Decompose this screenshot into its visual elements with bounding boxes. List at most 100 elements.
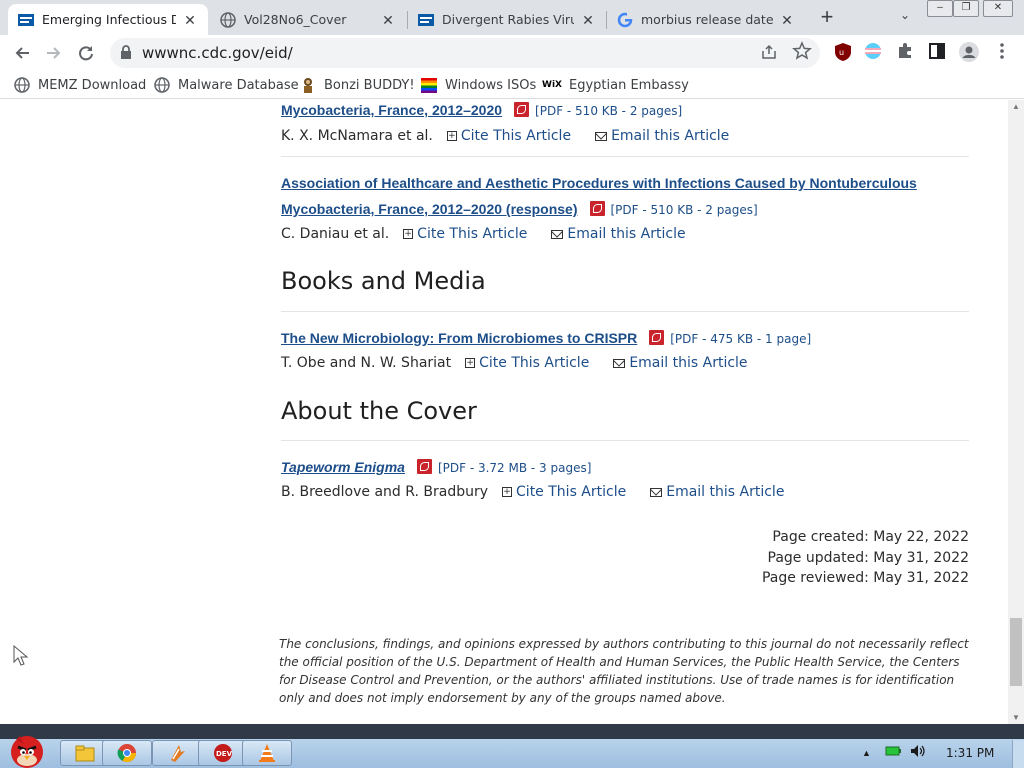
article-authors: T. Obe and N. W. Shariat + Cite This Arti… — [281, 353, 969, 373]
article-authors: C. Daniau et al. + Cite This Article Emai… — [281, 224, 969, 244]
divider — [281, 311, 969, 312]
article-entry: Tapeworm Enigma [PDF - 3.72 MB - 3 pages]… — [281, 454, 969, 502]
bookmark-bonzi-buddy[interactable]: Bonzi BUDDY! — [300, 76, 415, 94]
profile-avatar-icon[interactable] — [959, 42, 981, 64]
extensions-puzzle-icon[interactable] — [896, 42, 918, 64]
tab-divergent-rabies[interactable]: Divergent Rabies Virus ✕ — [408, 4, 606, 35]
cite-label: Cite This Article — [516, 484, 627, 500]
page-viewport: Mycobacteria, France, 2012–2020 [PDF - 51… — [0, 100, 1008, 724]
email-this-article-link[interactable]: Email this Article — [595, 126, 729, 146]
restore-button[interactable]: ❐ — [953, 0, 979, 17]
article-title-link[interactable]: The New Microbiology: From Microbiomes t… — [281, 330, 637, 346]
envelope-icon — [551, 229, 564, 239]
share-icon[interactable] — [760, 43, 780, 63]
bookmark-label: Windows ISOs — [445, 77, 537, 93]
bookmark-star-icon[interactable] — [792, 41, 812, 61]
pdf-info[interactable]: [PDF - 510 KB - 2 pages] — [535, 104, 682, 118]
bookmark-egyptian-embassy[interactable]: WiX Egyptian Embassy — [542, 76, 689, 94]
close-icon[interactable]: ✕ — [182, 12, 198, 28]
tab-search-button[interactable]: ⌄ — [895, 8, 915, 28]
forward-button[interactable] — [40, 39, 68, 67]
bookmark-windows-isos[interactable]: Windows ISOs — [421, 76, 536, 94]
divider — [281, 440, 969, 441]
pdf-info[interactable]: [PDF - 3.72 MB - 3 pages] — [438, 461, 591, 475]
pdf-icon[interactable] — [416, 459, 432, 474]
pdf-icon[interactable] — [589, 201, 605, 216]
bookmark-label: Malware Database — [178, 77, 299, 93]
tab-vol28no6-cover[interactable]: Vol28No6_Cover ✕ — [210, 4, 406, 35]
email-label: Email this Article — [666, 484, 785, 500]
globe-icon — [154, 77, 170, 93]
envelope-icon — [595, 131, 608, 141]
email-this-article-link[interactable]: Email this Article — [613, 353, 748, 373]
article-title-link[interactable]: Mycobacteria, France, 2012–2020 — [281, 102, 502, 118]
cite-this-article-link[interactable]: + Cite This Article — [446, 126, 571, 146]
cite-label: Cite This Article — [479, 355, 590, 371]
close-icon[interactable]: ✕ — [580, 12, 596, 28]
volume-icon[interactable] — [909, 743, 927, 764]
authors-text: C. Daniau et al. — [281, 226, 390, 242]
cite-this-article-link[interactable]: + Cite This Article — [403, 224, 527, 244]
tab-strip: Emerging Infectious Dis ✕ Vol28No6_Cover… — [0, 0, 1024, 35]
authors-text: B. Breedlove and R. Bradbury — [281, 484, 489, 500]
show-desktop-button[interactable] — [1012, 740, 1024, 768]
scrollbar-thumb[interactable] — [1010, 618, 1022, 686]
email-this-article-link[interactable]: Email this Article — [650, 482, 784, 502]
url-text: wwwnc.cdc.gov/eid/ — [142, 44, 293, 62]
email-label: Email this Article — [567, 226, 686, 242]
scroll-up-arrow-icon[interactable]: ▲ — [1012, 102, 1020, 111]
taskbar-vlc-button[interactable] — [242, 740, 292, 766]
bookmark-memz-download[interactable]: MEMZ Download — [14, 76, 146, 94]
article-entry: Association of Healthcare and Aesthetic … — [281, 170, 969, 244]
battery-icon[interactable] — [885, 744, 901, 762]
address-bar[interactable]: wwwnc.cdc.gov/eid/ — [110, 38, 820, 68]
email-this-article-link[interactable]: Email this Article — [551, 224, 686, 244]
taskbar-devcpp-button[interactable]: DEV — [198, 740, 248, 766]
article-entry: Mycobacteria, France, 2012–2020 [PDF - 51… — [281, 100, 969, 146]
article-title-link-line2[interactable]: Mycobacteria, France, 2012–2020 (respons… — [281, 201, 578, 217]
bookmark-label: Egyptian Embassy — [569, 77, 689, 93]
cite-this-article-link[interactable]: + Cite This Article — [502, 482, 626, 502]
section-heading-about-cover: About the Cover — [281, 397, 477, 425]
kebab-menu-icon[interactable] — [994, 42, 1016, 64]
pride-flag-extension-icon[interactable] — [864, 42, 886, 64]
reload-button[interactable] — [72, 39, 100, 67]
ublock-extension-icon[interactable]: u — [834, 42, 856, 64]
authors-text: K. X. McNamara et al. — [281, 128, 433, 144]
cite-this-article-link[interactable]: + Cite This Article — [465, 353, 589, 373]
minimize-button[interactable]: ‒ — [927, 0, 953, 17]
email-label: Email this Article — [611, 128, 730, 144]
page-updated-date: Page updated: May 31, 2022 — [767, 549, 969, 566]
plus-box-icon: + — [403, 229, 414, 239]
page-scrollbar[interactable]: ▲ ▼ — [1008, 100, 1024, 724]
article-title-link[interactable]: Tapeworm Enigma — [281, 459, 405, 475]
cdc-favicon — [18, 12, 34, 28]
plus-box-icon: + — [465, 358, 476, 368]
bookmark-malware-database[interactable]: Malware Database — [154, 76, 299, 94]
tab-emerging-infectious[interactable]: Emerging Infectious Dis ✕ — [8, 4, 208, 35]
plus-box-icon: + — [446, 131, 457, 141]
start-button-angry-bird-icon[interactable] — [4, 730, 50, 768]
close-icon[interactable]: ✕ — [380, 12, 396, 28]
taskbar-clock[interactable]: 1:31 PM — [946, 746, 994, 760]
plus-box-icon: + — [502, 487, 513, 497]
article-authors: K. X. McNamara et al. + Cite This Article… — [281, 126, 969, 146]
pdf-icon[interactable] — [514, 102, 530, 117]
lock-icon — [120, 45, 134, 61]
pdf-icon[interactable] — [649, 330, 665, 345]
pdf-info[interactable]: [PDF - 475 KB - 1 page] — [670, 332, 811, 346]
side-panel-icon[interactable] — [928, 42, 950, 64]
taskbar-winamp-button[interactable] — [152, 740, 202, 766]
article-entry: The New Microbiology: From Microbiomes t… — [281, 325, 969, 373]
scroll-down-arrow-icon[interactable]: ▼ — [1012, 713, 1020, 722]
show-hidden-icons-arrow-icon[interactable]: ▲ — [862, 748, 871, 758]
tab-morbius-search[interactable]: morbius release date - ✕ — [607, 4, 805, 35]
pdf-info[interactable]: [PDF - 510 KB - 2 pages] — [611, 203, 758, 217]
taskbar-chrome-button[interactable] — [102, 740, 152, 766]
new-tab-button[interactable]: + — [815, 6, 839, 30]
back-button[interactable] — [8, 39, 36, 67]
close-icon[interactable]: ✕ — [779, 12, 795, 28]
article-title-link[interactable]: Association of Healthcare and Aesthetic … — [281, 175, 917, 191]
close-window-button[interactable]: ✕ — [983, 0, 1013, 17]
vlc-icon — [259, 744, 275, 762]
